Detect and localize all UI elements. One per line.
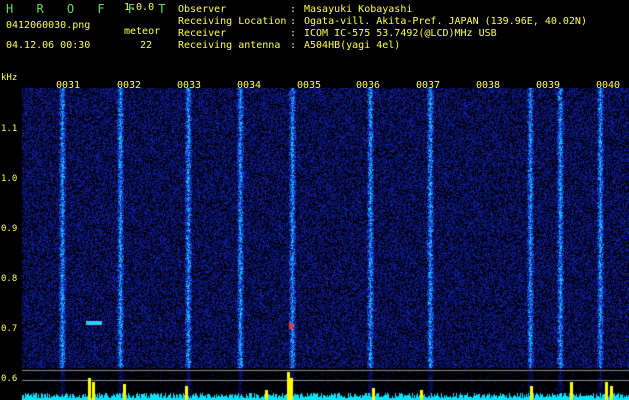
y-tick-label: 0.8 — [1, 274, 18, 284]
x-tick-label: 0039 — [536, 80, 561, 91]
info-value: Masayuki Kobayashi — [304, 4, 413, 15]
spectrogram-canvas — [0, 78, 629, 400]
x-tick-label: 0038 — [476, 80, 501, 91]
hrofft-window: H R O F F T 1.0.0 0412060030.png meteor … — [0, 0, 629, 400]
file-name: 0412060030.png — [6, 20, 91, 31]
info-key: Receiving antenna — [178, 40, 281, 51]
app-version: 1.0.0 — [124, 2, 155, 13]
x-tick-label: 0033 — [177, 80, 202, 91]
x-tick-label: 0040 — [596, 80, 621, 91]
info-key: Observer — [178, 4, 227, 15]
info-sep: : — [290, 28, 297, 39]
info-antenna: Receiving antenna: A504HB(yagi 4el) — [178, 40, 400, 51]
y-tick-label: 1.0 — [1, 174, 18, 184]
y-tick-label: 1.1 — [1, 124, 18, 134]
info-key: Receiving Location — [178, 16, 287, 27]
file-datetime: 04.12.06 00:30 — [6, 40, 91, 51]
y-tick-label: 0.9 — [1, 224, 18, 234]
info-receiver: Receiver: ICOM IC-575 53.7492(@LCD)MHz US… — [178, 28, 497, 39]
x-tick-label: 0036 — [356, 80, 381, 91]
y-tick-label: 0.7 — [1, 324, 18, 334]
info-sep: : — [290, 40, 297, 51]
meteor-label: meteor — [124, 26, 161, 37]
info-observer: Observer: Masayuki Kobayashi — [178, 4, 412, 15]
x-tick-label: 0037 — [416, 80, 441, 91]
info-sep: : — [290, 16, 297, 27]
x-tick-label: 0035 — [297, 80, 322, 91]
info-value: A504HB(yagi 4el) — [304, 40, 401, 51]
info-sep: : — [290, 4, 297, 15]
info-key: Receiver — [178, 28, 227, 39]
info-value: ICOM IC-575 53.7492(@LCD)MHz USB — [304, 28, 497, 39]
info-location: Receiving Location: Ogata-vill. Akita-Pre… — [178, 16, 587, 27]
x-tick-label: 0034 — [237, 80, 262, 91]
info-value: Ogata-vill. Akita-Pref. JAPAN (139.96E, … — [304, 16, 587, 27]
y-axis-unit: kHz — [1, 73, 18, 83]
x-tick-label: 0031 — [56, 80, 81, 91]
x-tick-label: 0032 — [117, 80, 142, 91]
meteor-count: 22 — [140, 40, 153, 51]
y-tick-label: 0.6 — [1, 374, 18, 384]
